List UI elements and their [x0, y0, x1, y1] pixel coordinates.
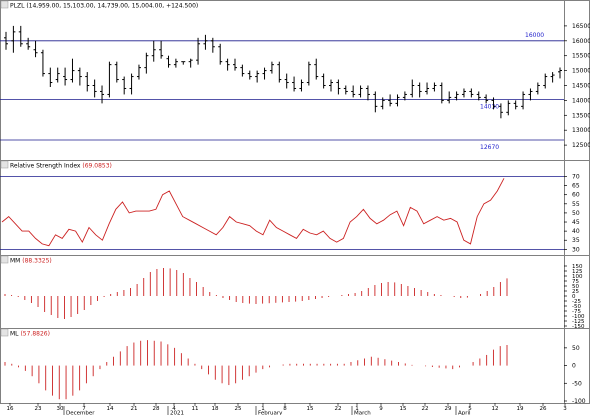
- y-tick-label: 14000: [572, 97, 590, 104]
- panel-menu-icon: [0, 160, 9, 169]
- panel-title-value: (14,959.00, 15,103.00, 14,739.00, 15,004…: [26, 3, 198, 10]
- month-label: April: [458, 411, 471, 416]
- chart-root: PLZL (14,959.00, 15,103.00, 14,739.00, 1…: [0, 0, 590, 417]
- x-tick-label: 16: [7, 406, 14, 412]
- y-tick-label: 50: [572, 210, 580, 217]
- panel-title-value: (88.3325): [22, 258, 52, 265]
- x-tick-label: 22: [422, 406, 429, 412]
- y-tick-label: 65: [572, 183, 580, 190]
- x-tick-label: 14: [107, 406, 114, 412]
- panel-title: ML (57.8826): [10, 331, 50, 338]
- y-tick-label: 15500: [572, 53, 590, 60]
- y-tick-label: 0: [572, 363, 576, 370]
- y-tick-label: 150: [572, 264, 583, 270]
- x-tick-label: 19: [517, 406, 524, 412]
- panel-menu-icon: [0, 328, 9, 337]
- x-tick-label: 12: [492, 406, 499, 412]
- x-tick-label: 28: [153, 406, 160, 412]
- level-label: 16000: [525, 32, 544, 39]
- y-tick-label: 30: [572, 246, 580, 253]
- y-tick-label: 15000: [572, 68, 590, 75]
- y-tick-label: 35: [572, 237, 580, 244]
- y-tick-label: 16500: [572, 23, 590, 30]
- y-tick-label: 55: [572, 201, 580, 208]
- panel-menu-icon: [0, 255, 9, 264]
- chart-svg: PLZL (14,959.00, 15,103.00, 14,739.00, 1…: [0, 0, 590, 417]
- x-tick-label: 29: [445, 406, 452, 412]
- panel-title-value: (57.8826): [20, 331, 50, 338]
- level-label: 14030: [480, 104, 499, 111]
- y-tick-label: 40: [572, 228, 580, 235]
- x-tick-label: 11: [192, 406, 199, 412]
- x-tick-label: 21: [131, 406, 138, 412]
- panel-menu-icon: [0, 0, 9, 9]
- x-tick-label: 8: [283, 406, 287, 412]
- y-tick-label: 12500: [572, 142, 590, 149]
- x-tick-label: 3: [563, 406, 567, 412]
- y-tick-label: 70: [572, 173, 580, 180]
- x-tick-label: 18: [212, 406, 219, 412]
- x-tick-label: 22: [335, 406, 342, 412]
- y-tick-label: 13000: [572, 127, 590, 134]
- level-label: 12670: [480, 144, 499, 151]
- month-label: February: [258, 411, 283, 416]
- y-tick-label: 16000: [572, 38, 590, 45]
- y-tick-label: -50: [572, 380, 582, 387]
- x-tick-label: 25: [235, 406, 242, 412]
- panel-title: Relative Strength Index (69.0853): [10, 163, 112, 170]
- panel-title-value: (69.0853): [82, 163, 112, 170]
- x-tick-label: 26: [540, 406, 547, 412]
- x-tick-label: 15: [307, 406, 314, 412]
- month-label: December: [66, 411, 95, 416]
- panel-title-name: ML: [10, 331, 20, 338]
- x-tick-label: 30: [57, 406, 64, 412]
- panel-title-name: Relative Strength Index: [10, 163, 82, 170]
- y-tick-label: 45: [572, 219, 580, 226]
- month-label: March: [354, 411, 371, 416]
- x-tick-label: 15: [400, 406, 407, 412]
- panel-title-name: MM: [10, 258, 22, 265]
- y-tick-label: 50: [572, 345, 580, 352]
- panel-title-name: PLZL: [10, 3, 26, 10]
- chart-background: [0, 0, 590, 415]
- y-tick-label: 60: [572, 192, 580, 199]
- y-tick-label: 13500: [572, 112, 590, 119]
- x-tick-label: 23: [35, 406, 42, 412]
- y-tick-label: 14500: [572, 83, 590, 90]
- month-label: 2021: [170, 411, 184, 416]
- panel-title: MM (88.3325): [10, 258, 52, 265]
- x-tick-label: 9: [379, 406, 383, 412]
- panel-title: PLZL (14,959.00, 15,103.00, 14,739.00, 1…: [10, 3, 198, 10]
